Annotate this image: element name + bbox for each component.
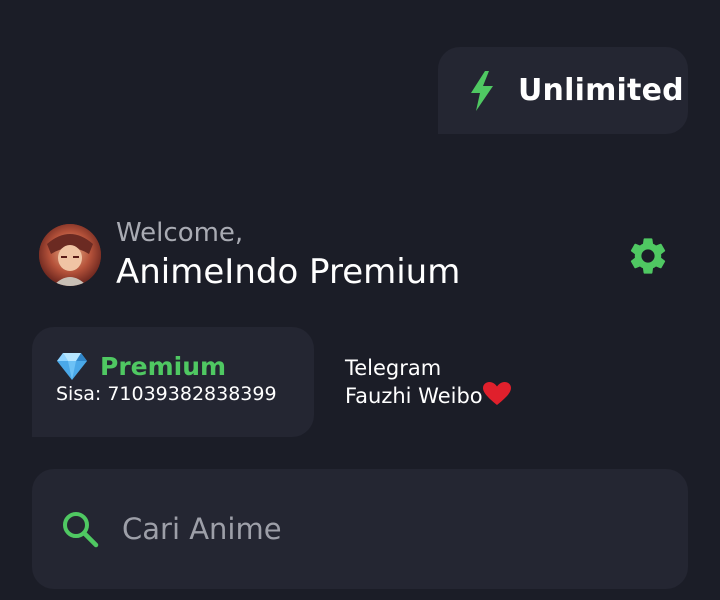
diamond-icon [57,353,87,380]
gear-icon [630,238,666,274]
avatar-image [39,224,101,286]
telegram-credit[interactable]: Telegram Fauzhi Weibo [345,354,511,410]
premium-card[interactable]: Premium Sisa: 71039382838399 [32,327,314,437]
premium-header: Premium [56,351,314,381]
username: AnimeIndo Premium [116,252,461,292]
credit-name: Fauzhi Weibo [345,384,483,408]
search-icon [63,512,99,548]
telegram-label: Telegram [345,356,442,380]
unlimited-label: Unlimited [518,73,684,108]
avatar[interactable] [39,224,101,286]
home-screen: Unlimited Welcome, AnimeIndo Premium Pre… [0,0,720,600]
search-bar[interactable] [32,469,688,589]
heart-icon [482,382,511,405]
settings-button[interactable] [626,234,670,278]
search-input[interactable] [120,504,644,554]
premium-remaining: Sisa: 71039382838399 [56,383,277,405]
credit-line: Fauzhi Weibo [345,382,511,410]
lightning-bolt-icon [471,70,493,111]
welcome-greeting: Welcome, [116,218,244,248]
premium-title: Premium [100,351,227,381]
unlimited-badge[interactable]: Unlimited [438,47,688,134]
